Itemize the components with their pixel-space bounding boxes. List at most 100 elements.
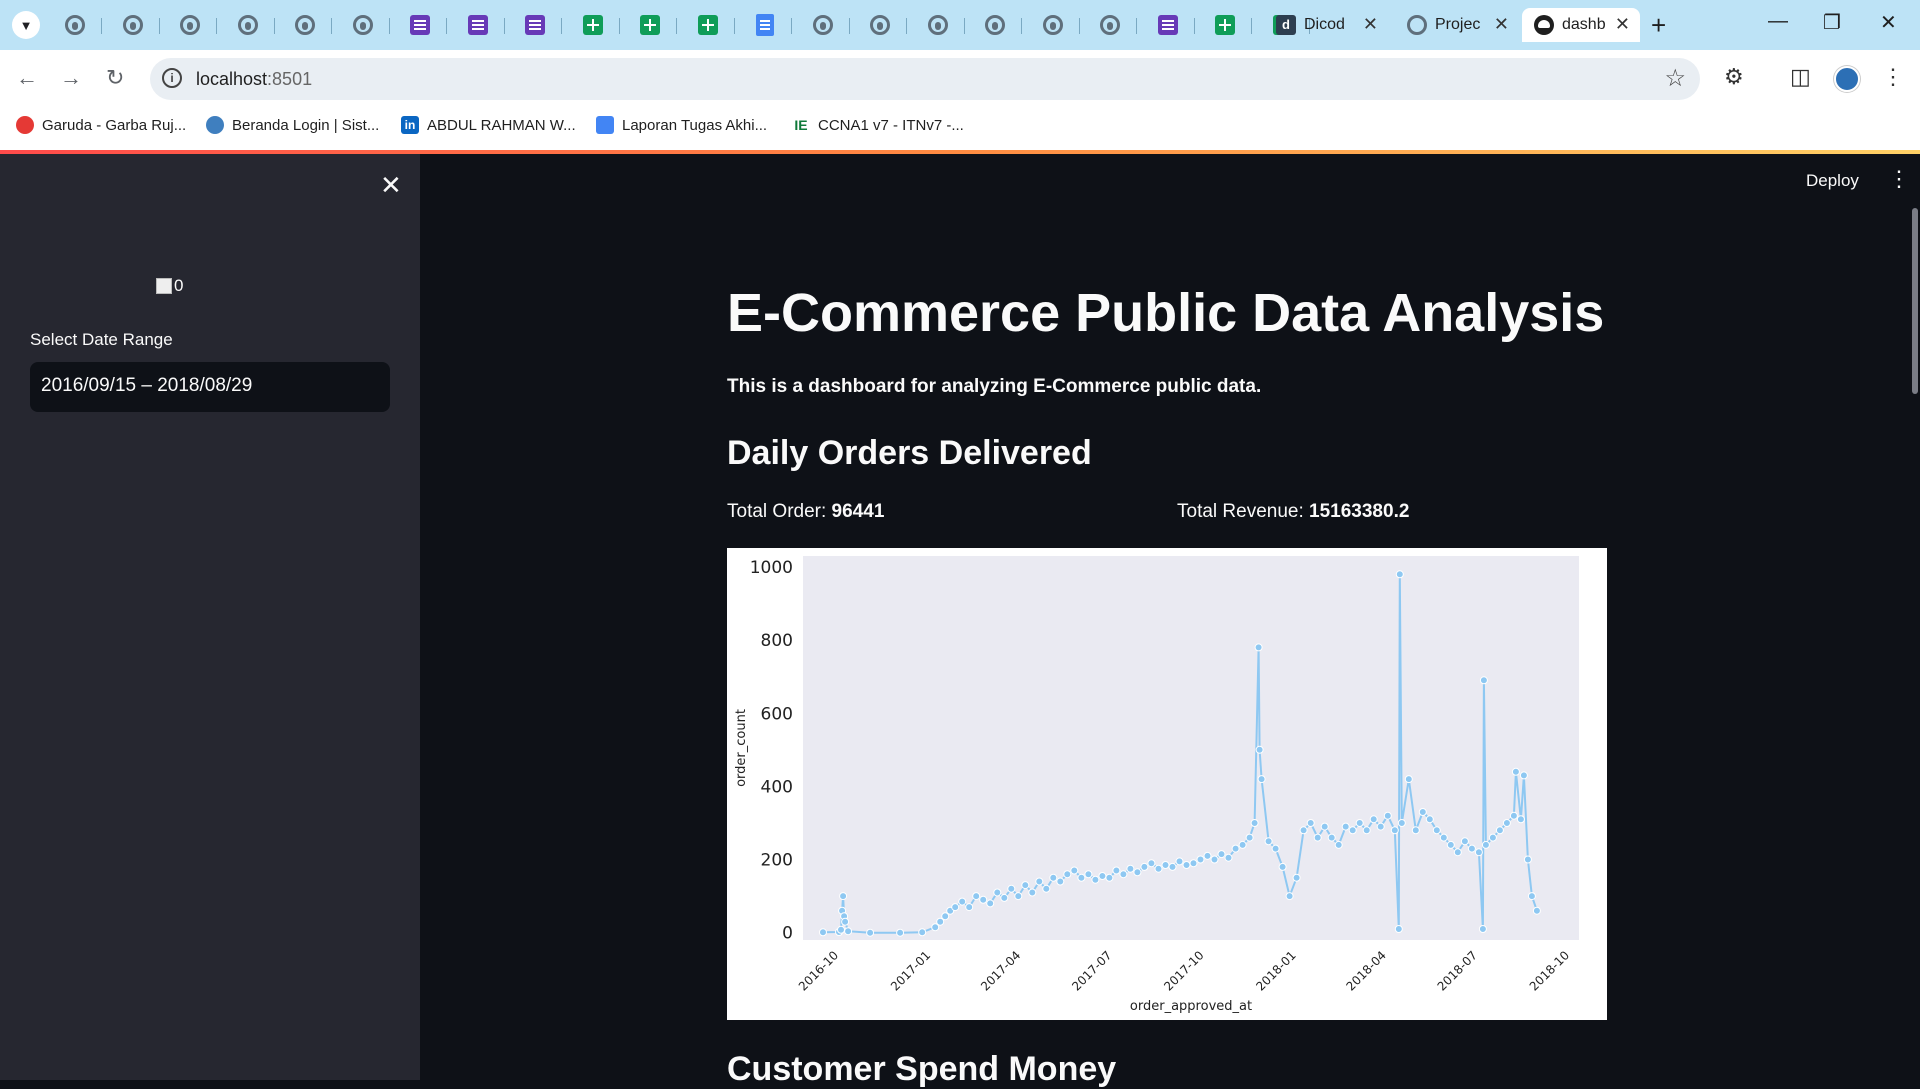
y-tick-label: 800 (761, 631, 793, 651)
tab-separator (101, 18, 102, 34)
pinned-tab-github[interactable] (868, 13, 892, 37)
section-heading-customer-spend: Customer Spend Money (727, 1050, 1117, 1088)
side-panel-icon[interactable]: ◫ (1790, 64, 1811, 90)
github-icon (352, 15, 373, 35)
sidebar-logo-image: 0 (156, 276, 183, 296)
data-point (1479, 676, 1488, 685)
pinned-tab-sheets[interactable] (638, 13, 662, 37)
metric-value: 15163380.2 (1309, 501, 1410, 522)
pinned-tab-github[interactable] (236, 13, 260, 37)
close-tab-icon[interactable]: ✕ (1363, 14, 1378, 35)
pinned-tab-sheets[interactable] (581, 13, 605, 37)
pinned-tab-sheets[interactable] (696, 13, 720, 37)
y-tick-label: 600 (761, 704, 793, 724)
pinned-tab-github[interactable] (63, 13, 87, 37)
sheets-icon (640, 15, 660, 35)
pinned-tab-github[interactable] (926, 13, 950, 37)
x-tick-label: 2017-07 (1069, 948, 1114, 993)
extensions-icon[interactable]: ⚙ (1724, 64, 1744, 90)
bookmark-star-icon[interactable]: ☆ (1664, 64, 1686, 93)
data-point (1509, 811, 1518, 820)
back-button[interactable]: ← (16, 64, 38, 92)
pinned-tab-github[interactable] (121, 13, 145, 37)
tab-separator (388, 18, 390, 34)
close-window-button[interactable]: ✕ (1880, 10, 1897, 35)
pinned-tab-github[interactable] (293, 13, 317, 37)
tab-dicoding[interactable]: d Dicod ✕ (1264, 8, 1388, 42)
pinned-tab-github[interactable] (983, 13, 1007, 37)
tab-separator (216, 18, 217, 34)
close-sidebar-icon[interactable]: ✕ (380, 172, 402, 198)
data-point (1042, 884, 1051, 893)
github-icon (812, 15, 833, 35)
close-tab-icon[interactable]: ✕ (1615, 14, 1630, 35)
url-host: localhost (196, 69, 268, 89)
bookmark-ccna[interactable]: IE CCNA1 v7 - ITNv7 -... (792, 116, 964, 134)
minimize-window-button[interactable]: — (1768, 10, 1788, 33)
data-point (837, 925, 845, 934)
bookmark-label: Laporan Tugas Akhi... (622, 116, 768, 134)
data-point (1147, 859, 1156, 868)
tab-dashboard-active[interactable]: dashb ✕ (1522, 8, 1640, 42)
github-icon (985, 15, 1005, 35)
y-axis-label: order_count (734, 709, 749, 787)
github-icon (870, 15, 890, 35)
streamlit-icon (1534, 15, 1554, 35)
data-point (972, 892, 981, 901)
pinned-tab-github[interactable] (178, 13, 202, 37)
tab-separator (791, 18, 792, 34)
pinned-tab-github[interactable] (1041, 13, 1065, 37)
tab-separator (158, 18, 160, 34)
data-point (1257, 775, 1266, 784)
data-point (1168, 862, 1177, 871)
github-icon (1100, 15, 1120, 35)
data-point (1320, 822, 1329, 831)
site-info-icon[interactable]: i (162, 68, 182, 88)
data-point (1070, 866, 1079, 875)
forward-button[interactable]: → (60, 64, 82, 92)
browser-menu-icon[interactable]: ⋮ (1882, 64, 1904, 90)
tab-separator (331, 18, 332, 34)
data-point (993, 888, 1002, 897)
close-tab-icon[interactable]: ✕ (1494, 14, 1509, 35)
pinned-tab-forms[interactable] (523, 13, 547, 37)
bookmark-label: CCNA1 v7 - ITNv7 -... (818, 116, 964, 134)
pinned-tab-github[interactable] (351, 13, 375, 37)
pinned-tab-forms[interactable] (1156, 13, 1180, 37)
bookmark-garuda[interactable]: Garuda - Garba Ruj... (16, 116, 186, 134)
tab-search-button[interactable]: ▼ (12, 11, 40, 39)
pinned-tab-github[interactable] (811, 13, 835, 37)
data-point (1126, 864, 1135, 873)
tab-separator (906, 18, 907, 34)
profile-avatar[interactable] (1834, 66, 1860, 92)
restore-window-button[interactable]: ❐ (1823, 10, 1841, 35)
data-point (1404, 775, 1413, 784)
sidebar: ✕ 0 Select Date Range 2016/09/15 – 2018/… (0, 154, 420, 1080)
data-point (1362, 826, 1371, 835)
data-point (918, 928, 927, 937)
bookmark-beranda[interactable]: Beranda Login | Sist... (206, 116, 379, 134)
data-point (1502, 819, 1511, 827)
pinned-tab-github[interactable] (1098, 13, 1122, 37)
github-icon (927, 15, 948, 35)
date-range-label: Select Date Range (30, 330, 173, 349)
deploy-button[interactable]: Deploy (1806, 171, 1859, 191)
tab-project[interactable]: Projec ✕ (1395, 8, 1519, 42)
pinned-tab-docs[interactable] (753, 13, 777, 37)
address-bar[interactable]: i localhost:8501 ☆ (150, 58, 1700, 100)
plot-area (803, 556, 1579, 940)
page-scrollbar[interactable] (1912, 208, 1918, 394)
new-tab-button[interactable]: + (1651, 12, 1666, 38)
pinned-tab-forms[interactable] (408, 13, 432, 37)
x-tick-label: 2016-10 (796, 948, 841, 993)
data-point (1189, 859, 1198, 868)
pinned-tab-sheets[interactable] (1213, 13, 1237, 37)
bookmark-laporan[interactable]: Laporan Tugas Akhi... (596, 116, 767, 134)
bookmark-linkedin[interactable]: in ABDUL RAHMAN W... (401, 116, 576, 134)
date-range-input[interactable]: 2016/09/15 – 2018/08/29 (30, 362, 390, 412)
reload-button[interactable]: ↻ (106, 64, 124, 92)
data-point (1105, 873, 1114, 882)
main-menu-icon[interactable]: ⋮ (1888, 168, 1910, 190)
data-point (1254, 643, 1263, 652)
pinned-tab-forms[interactable] (466, 13, 490, 37)
